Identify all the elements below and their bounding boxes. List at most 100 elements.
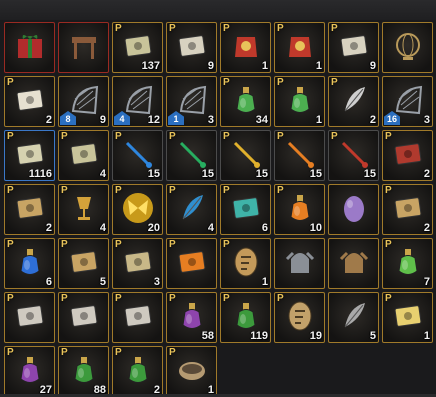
premium-badge: P: [223, 77, 230, 88]
inventory-slot[interactable]: P: [58, 292, 109, 343]
stack-count: 15: [201, 168, 214, 180]
inventory-slot[interactable]: [274, 238, 325, 289]
stack-count: 19: [309, 330, 322, 342]
inventory-slot[interactable]: [328, 238, 379, 289]
premium-badge: P: [277, 185, 284, 196]
inventory-slot[interactable]: P 19: [274, 292, 325, 343]
inventory-slot[interactable]: P: [4, 292, 55, 343]
inventory-slot[interactable]: P 10: [274, 184, 325, 235]
premium-badge: P: [277, 23, 284, 34]
inventory-slot[interactable]: 13: [166, 76, 217, 127]
stack-count: 9: [207, 60, 214, 72]
inventory-slot[interactable]: P7: [382, 238, 433, 289]
stack-count: 10: [309, 222, 322, 234]
inventory-slot[interactable]: P4: [166, 184, 217, 235]
inventory-slot[interactable]: P1: [166, 346, 217, 397]
inventory-slot[interactable]: [328, 184, 379, 235]
inventory-slot[interactable]: [58, 22, 109, 73]
inventory-slot[interactable]: P2: [4, 184, 55, 235]
inventory-slot[interactable]: P2: [382, 184, 433, 235]
painting-icon: [67, 299, 101, 337]
inventory-slot[interactable]: P1: [220, 238, 271, 289]
stack-count: 15: [147, 168, 160, 180]
inventory-slot[interactable]: P2: [382, 130, 433, 181]
premium-badge: P: [61, 293, 68, 304]
inventory-slot[interactable]: P1: [382, 292, 433, 343]
feather-icon: [337, 299, 371, 337]
inventory-slot[interactable]: 5: [328, 292, 379, 343]
stack-count: 1116: [28, 168, 52, 180]
inventory-slot[interactable]: P1: [220, 22, 271, 73]
inventory-slot[interactable]: P 1116: [4, 130, 55, 181]
feather-lure-icon: [175, 191, 209, 229]
premium-badge: P: [7, 77, 14, 88]
premium-badge: P: [169, 347, 176, 358]
inventory-slot[interactable]: P 137: [112, 22, 163, 73]
inventory-slot[interactable]: P1: [274, 22, 325, 73]
inventory-slot[interactable]: P 27: [4, 346, 55, 397]
premium-badge: P: [169, 23, 176, 34]
inventory-slot[interactable]: 16 3: [382, 76, 433, 127]
inventory-slot[interactable]: P5: [58, 238, 109, 289]
premium-badge: P: [169, 239, 176, 250]
paw-coupon-icon: [121, 245, 155, 283]
map-scroll-icon: [337, 29, 371, 67]
green-elixir-icon: [121, 353, 155, 391]
coral-icon: [337, 83, 371, 121]
inventory-slot[interactable]: P 15: [112, 130, 163, 181]
inventory-slot[interactable]: P6: [220, 184, 271, 235]
inventory-slot[interactable]: P 34: [220, 76, 271, 127]
stack-count: 7: [423, 276, 430, 288]
document-icon: [13, 83, 47, 121]
inventory-slot[interactable]: P1: [274, 76, 325, 127]
premium-badge: P: [61, 239, 68, 250]
premium-badge: P: [385, 293, 392, 304]
inventory-slot[interactable]: P 15: [274, 130, 325, 181]
inventory-slot[interactable]: P 15: [166, 130, 217, 181]
inventory-slot[interactable]: P2: [328, 76, 379, 127]
stack-count: 12: [147, 114, 160, 126]
premium-badge: P: [7, 293, 14, 304]
inventory-slot[interactable]: P 15: [220, 130, 271, 181]
green-potion-icon: [283, 83, 317, 121]
premium-badge: P: [115, 347, 122, 358]
inventory-slot[interactable]: P9: [328, 22, 379, 73]
map-scroll-icon: [175, 29, 209, 67]
inventory-slot[interactable]: P4: [58, 184, 109, 235]
inventory-slot[interactable]: P 119: [220, 292, 271, 343]
stack-count: 5: [369, 330, 376, 342]
premium-badge: P: [223, 23, 230, 34]
inventory-slot[interactable]: P 58: [166, 292, 217, 343]
inventory-slot[interactable]: P2: [4, 76, 55, 127]
inventory-slot[interactable]: P6: [4, 238, 55, 289]
inventory-slot[interactable]: [4, 22, 55, 73]
inventory-slot[interactable]: P: [112, 292, 163, 343]
inventory-slot[interactable]: P4: [58, 130, 109, 181]
premium-badge: P: [331, 23, 338, 34]
inventory-slot[interactable]: 89: [58, 76, 109, 127]
gargoyle-statue-icon: [337, 245, 371, 283]
inventory-slot[interactable]: 4 12: [112, 76, 163, 127]
inventory-slot[interactable]: P2: [112, 346, 163, 397]
inventory-slot[interactable]: P: [166, 238, 217, 289]
bowl-icon: [175, 353, 209, 391]
premium-badge: P: [223, 131, 230, 142]
inventory-slot[interactable]: [382, 22, 433, 73]
premium-badge: P: [223, 239, 230, 250]
stack-count: 1: [261, 276, 268, 288]
stack-count: 15: [309, 168, 322, 180]
inventory-slot[interactable]: P 88: [58, 346, 109, 397]
ticket-icon: [13, 191, 47, 229]
green-ticket-icon: [391, 299, 425, 337]
stack-count: 34: [255, 114, 268, 126]
inventory-slot[interactable]: P 20: [112, 184, 163, 235]
inventory-slot[interactable]: P 15: [328, 130, 379, 181]
inventory-slot[interactable]: P9: [166, 22, 217, 73]
stack-count: 4: [207, 222, 214, 234]
premium-badge: P: [61, 185, 68, 196]
ticket-icon: [67, 245, 101, 283]
inventory-grid: P 137 P 9 P 1 P 1 P 9 P 2 8 9 4 12 1 3 P 34 P 1 P 2 16 3 P 1116 P 4 P 1…: [4, 22, 433, 397]
gargoyle-statue-icon: [283, 245, 317, 283]
inventory-slot[interactable]: P3: [112, 238, 163, 289]
premium-badge: P: [223, 293, 230, 304]
